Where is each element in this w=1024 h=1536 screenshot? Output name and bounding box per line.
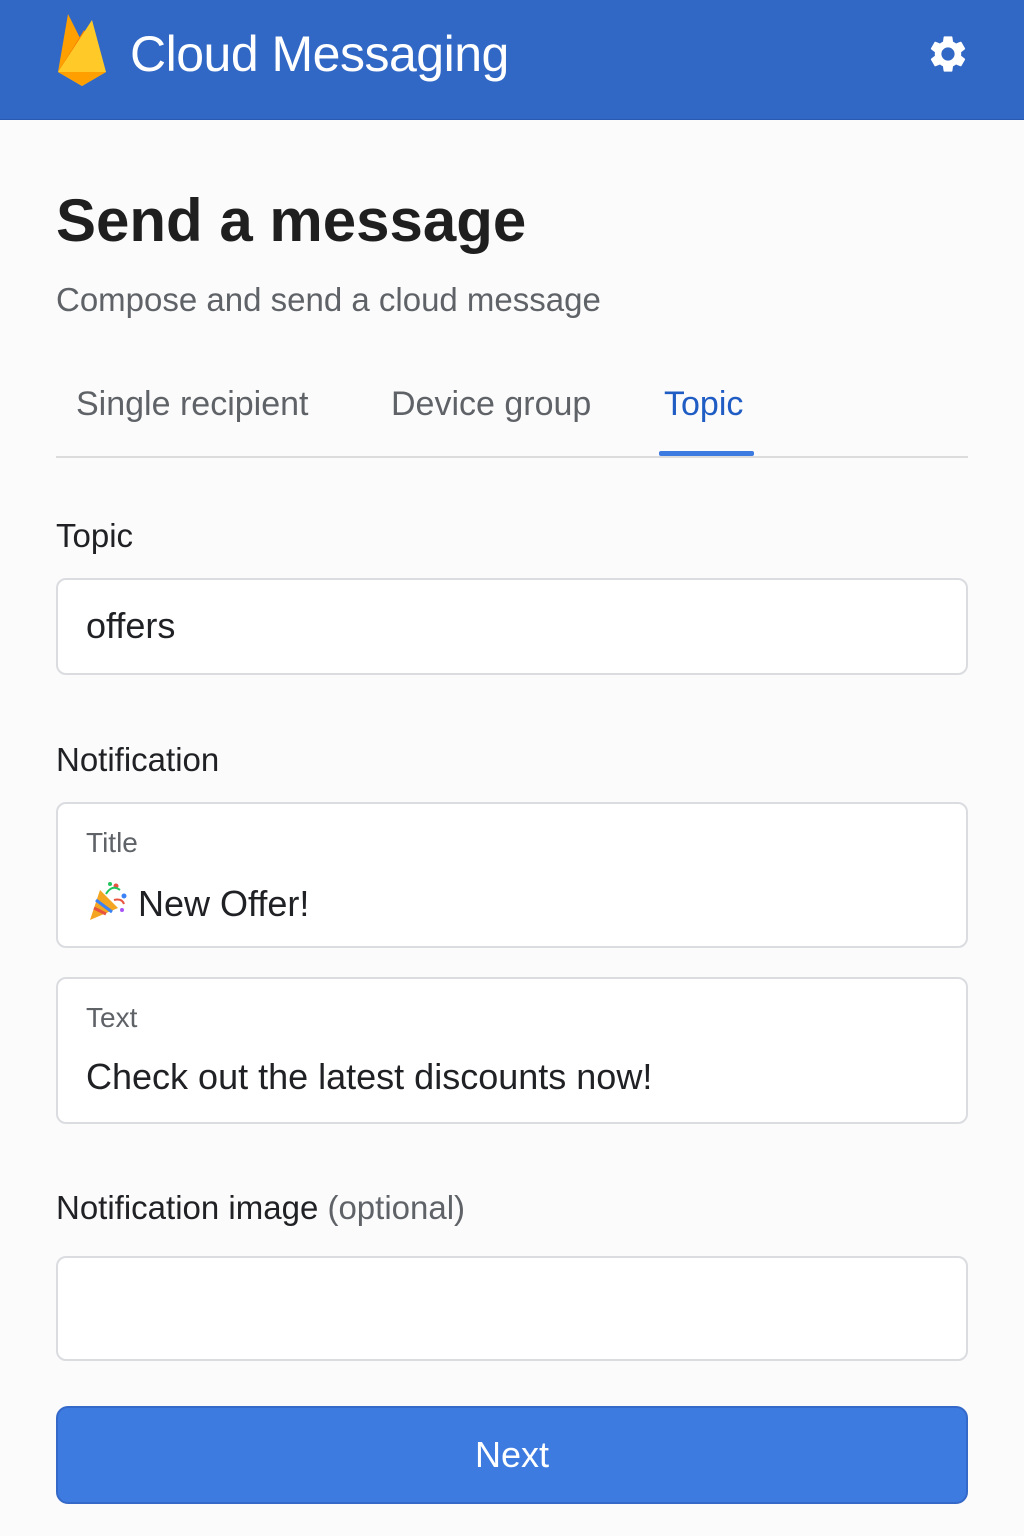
notification-image-input[interactable]: [56, 1256, 968, 1361]
notification-title-field[interactable]: Title New Offer!: [56, 802, 968, 948]
party-popper-icon: [90, 882, 127, 920]
topic-input-value: offers: [86, 605, 176, 646]
tab-device-group[interactable]: Device group: [391, 384, 591, 424]
title-field-value-row: New Offer!: [86, 880, 309, 926]
text-field-caption: Text: [86, 1002, 138, 1033]
notification-text-field[interactable]: Text Check out the latest discounts now!: [56, 977, 968, 1124]
next-button[interactable]: Next: [56, 1406, 968, 1504]
notification-image-label-text: Notification image: [56, 1189, 319, 1226]
topic-label: Topic: [56, 517, 134, 554]
tab-single-recipient[interactable]: Single recipient: [76, 384, 308, 424]
title-field-value: New Offer!: [138, 883, 310, 924]
text-field-value: Check out the latest discounts now!: [86, 1056, 653, 1097]
firebase-flame-icon: [58, 14, 106, 86]
app-bar: Cloud Messaging: [0, 0, 1024, 120]
tab-bar: Single recipient Device group Topic: [56, 370, 968, 458]
optional-label: (optional): [327, 1189, 466, 1226]
active-tab-indicator: [659, 451, 754, 456]
notification-label: Notification: [56, 741, 220, 778]
page-title: Send a message: [56, 187, 527, 254]
page-subtitle: Compose and send a cloud message: [56, 281, 601, 318]
app-title: Cloud Messaging: [130, 26, 509, 82]
gear-icon[interactable]: [926, 32, 970, 76]
tab-topic[interactable]: Topic: [664, 384, 743, 424]
notification-image-label: Notification image (optional): [56, 1188, 465, 1228]
title-field-caption: Title: [86, 827, 138, 858]
topic-input[interactable]: offers: [56, 578, 968, 675]
